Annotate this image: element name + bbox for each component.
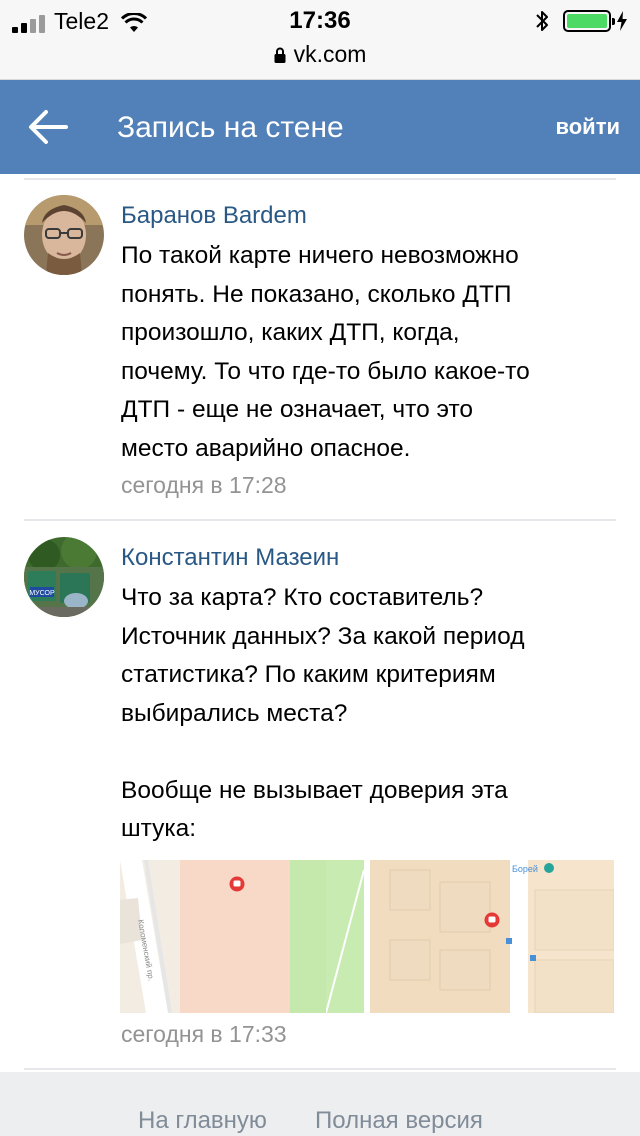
charging-icon xyxy=(617,11,627,31)
comment-text: Что за карта? Кто составитель? Источник … xyxy=(121,584,525,842)
divider xyxy=(24,178,616,180)
map-thumbnail[interactable]: Коломенский пр. xyxy=(120,860,364,1013)
footer: На главную Полная версия xyxy=(0,1072,640,1136)
battery-icon xyxy=(563,10,615,32)
bluetooth-icon xyxy=(536,11,548,31)
divider xyxy=(24,519,616,521)
status-right xyxy=(535,8,628,34)
avatar[interactable] xyxy=(24,195,104,275)
login-button[interactable]: войти xyxy=(556,113,621,141)
full-version-link[interactable]: Полная версия xyxy=(315,1106,483,1136)
url-bar[interactable]: vk.com xyxy=(0,40,640,68)
divider xyxy=(24,1068,616,1070)
status-bar: Tele2 17:36 vk.com xyxy=(0,0,640,80)
map-thumbnail[interactable]: Борей xyxy=(370,860,614,1013)
lock-icon xyxy=(274,47,286,63)
comment-author[interactable]: Константин Мазеин xyxy=(121,543,339,573)
map-attachment[interactable]: Коломенский пр. Борей xyxy=(120,860,614,1013)
top-header: Запись на стене войти xyxy=(0,80,640,174)
comment-date[interactable]: сегодня в 17:33 xyxy=(121,1020,287,1048)
home-link[interactable]: На главную xyxy=(138,1106,267,1136)
comment-author[interactable]: Баранов Bardem xyxy=(121,201,307,231)
avatar-sign-text: МУСОР xyxy=(29,590,55,597)
comment-date[interactable]: сегодня в 17:28 xyxy=(121,471,287,499)
map-place-label: Борей xyxy=(512,864,538,874)
avatar[interactable]: МУСОР xyxy=(24,537,104,617)
page-title: Запись на стене xyxy=(117,111,344,144)
comment-text: По такой карте ничего невозможно понять.… xyxy=(121,242,530,462)
url-text: vk.com xyxy=(293,41,367,67)
back-arrow-icon[interactable] xyxy=(26,107,70,147)
